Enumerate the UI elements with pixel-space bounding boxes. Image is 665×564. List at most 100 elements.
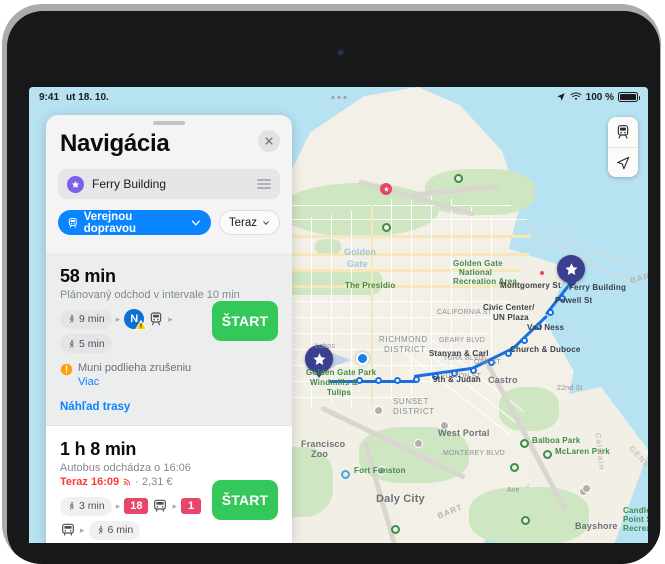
transit-mode-button[interactable]: Verejnou dopravou bbox=[58, 210, 211, 235]
map-controls bbox=[608, 117, 638, 177]
route-preview-link[interactable]: Náhľad trasy bbox=[60, 401, 278, 413]
route-card[interactable]: 1 h 8 min Autobus odchádza o 16:06 Teraz… bbox=[46, 424, 292, 543]
route-legs: 3 min ▸ 18 ▸ 1 ▸ 6 min bbox=[60, 496, 212, 540]
walk-icon bbox=[69, 314, 74, 323]
walk-icon bbox=[69, 339, 74, 348]
reorder-icon[interactable] bbox=[257, 179, 271, 189]
front-camera-icon bbox=[336, 48, 345, 57]
leg-label: 3 min bbox=[79, 500, 105, 512]
destination-input[interactable]: Ferry Building bbox=[92, 177, 249, 191]
route-duration: 58 min bbox=[60, 266, 116, 286]
transit-icon bbox=[68, 217, 77, 228]
start-button[interactable]: ŠTART bbox=[212, 301, 278, 341]
leg-walk: 3 min bbox=[60, 496, 112, 516]
chevron-down-icon bbox=[191, 219, 201, 226]
map-marker-dot bbox=[540, 271, 544, 275]
map-label-montgomery-st: Montgomery St bbox=[500, 281, 561, 290]
route-legs: 9 min ▸ N ▸ 5 min bbox=[60, 309, 212, 353]
map-label-church-duboce: Church & Duboce bbox=[510, 345, 581, 354]
poi-presidio-icon bbox=[382, 223, 391, 232]
page-title: Navigácia bbox=[60, 130, 170, 157]
map-label-powell-st: Powell St bbox=[555, 296, 593, 305]
map-label-sf-zoo: Francisco bbox=[301, 439, 346, 449]
map-label-ggnra-2: National bbox=[459, 268, 493, 277]
map-label-candlestick: Candlestick bbox=[623, 506, 648, 515]
route-stop-marker bbox=[413, 376, 420, 383]
map-road-v bbox=[391, 199, 392, 399]
map-road-v bbox=[411, 197, 412, 395]
poi-balboa-icon bbox=[520, 439, 529, 448]
transit-mode-label: Verejnou dopravou bbox=[83, 210, 137, 235]
route-alert: Muni podlieha zrušeniu Viac bbox=[60, 362, 210, 390]
map-label-civic-center: Civic Center/ bbox=[483, 303, 535, 312]
route-stop-marker bbox=[521, 337, 528, 344]
alert-more-link[interactable]: Viac bbox=[78, 376, 99, 388]
map-label-richmond-2: DISTRICT bbox=[384, 345, 426, 354]
map-label-candlestick-2: Point State bbox=[623, 515, 648, 524]
leg-separator: ▸ bbox=[115, 500, 121, 511]
route-stop-marker bbox=[394, 377, 401, 384]
map-label-ferry-building: Ferry Building bbox=[569, 283, 627, 292]
route-stop-marker bbox=[375, 377, 382, 384]
departure-time-button[interactable]: Teraz bbox=[218, 210, 280, 235]
battery-icon bbox=[618, 92, 640, 102]
map-road bbox=[279, 301, 509, 302]
leg-label: 5 min bbox=[79, 337, 105, 350]
destination-field[interactable]: Ferry Building bbox=[58, 169, 280, 199]
poi-mclaren-icon bbox=[543, 450, 552, 459]
route-subtitle: Plánovaný odchod v intervale 10 min bbox=[60, 289, 240, 301]
map-label-bart: BART bbox=[629, 269, 648, 286]
map-label-sf-zoo-2: Zoo bbox=[311, 449, 329, 459]
device-frame: Golden Gate Golden Gate National Recreat… bbox=[2, 4, 661, 564]
map-label-castro: Castro bbox=[488, 375, 518, 385]
map-label-geary-blvd: GEARY BLVD bbox=[439, 337, 485, 344]
status-date: ut 18. 10. bbox=[66, 91, 109, 103]
route-now-label: Teraz 16:09 bbox=[60, 475, 120, 488]
leg-separator: ▸ bbox=[80, 524, 85, 535]
map-label-daly-city: Daly City bbox=[376, 493, 425, 505]
chevron-down-icon bbox=[263, 220, 269, 225]
leg-label: 6 min bbox=[107, 524, 134, 536]
panel-header: Navigácia bbox=[46, 115, 292, 158]
pin-ferry-building[interactable] bbox=[557, 255, 585, 283]
map-label-richmond: RICHMOND bbox=[379, 335, 428, 344]
wifi-icon bbox=[570, 92, 582, 101]
battery-percent-label: 100 % bbox=[585, 91, 614, 103]
start-button[interactable]: ŠTART bbox=[212, 479, 278, 520]
route-list[interactable]: 58 min Plánovaný odchod v intervale 10 m… bbox=[46, 253, 292, 543]
map-label-presidio: The Presidio bbox=[345, 281, 396, 290]
alert-message: Muni podlieha zrušeniu bbox=[78, 362, 192, 374]
transit-view-button[interactable] bbox=[608, 117, 638, 147]
device-bezel: Golden Gate Golden Gate National Recreat… bbox=[7, 11, 660, 564]
mode-row: Verejnou dopravou Teraz bbox=[46, 199, 292, 246]
map-marker-small bbox=[380, 183, 392, 195]
locate-me-button[interactable] bbox=[608, 147, 638, 177]
close-button[interactable] bbox=[258, 130, 280, 152]
star-icon bbox=[67, 175, 84, 193]
leg-muni-badge: N bbox=[124, 309, 148, 330]
location-arrow-icon bbox=[556, 93, 565, 101]
poi-sanbruno-icon bbox=[521, 516, 530, 525]
leg-walk: 9 min bbox=[60, 309, 112, 329]
status-bar-right: 100 % bbox=[556, 91, 640, 103]
route-card[interactable]: 58 min Plánovaný odchod v intervale 10 m… bbox=[46, 253, 292, 425]
map-label-sunset-2: DISTRICT bbox=[393, 407, 435, 416]
walk-icon bbox=[69, 501, 74, 510]
map-label-golden-gate-2: Gate bbox=[347, 259, 368, 269]
map-label-sunset: SUNSET bbox=[393, 397, 430, 406]
map-label-lobos: Lobos bbox=[315, 343, 336, 350]
map-label-ggnra: Golden Gate bbox=[453, 259, 503, 268]
status-time: 9:41 bbox=[39, 91, 60, 103]
bus-route-badge: 18 bbox=[124, 498, 149, 514]
poi-ggnra-icon bbox=[454, 174, 463, 183]
transit-station-icon bbox=[582, 484, 591, 493]
map-label-ave: Ave bbox=[507, 487, 520, 494]
tram-icon bbox=[148, 311, 164, 327]
map-road bbox=[279, 317, 499, 318]
location-arrow-icon bbox=[617, 156, 630, 169]
bus-icon bbox=[152, 498, 168, 514]
route-price: · 2,31 € bbox=[135, 475, 173, 488]
bus-route-badge: 1 bbox=[181, 498, 201, 514]
warning-icon bbox=[60, 363, 73, 376]
map-label-stanyan-carl: Stanyan & Carl bbox=[429, 349, 489, 358]
